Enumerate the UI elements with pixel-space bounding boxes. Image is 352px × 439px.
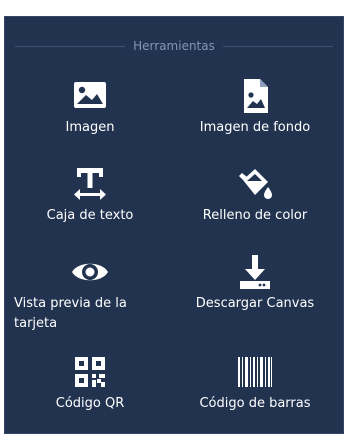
tool-image-label: Imagen — [65, 120, 115, 135]
tool-barcode[interactable]: Código de barras — [175, 352, 335, 422]
eye-icon — [70, 252, 110, 292]
tool-image[interactable]: Imagen — [10, 76, 170, 146]
tool-card-preview[interactable]: Vista previa de la tarjeta — [10, 252, 170, 342]
tool-text-box[interactable]: Caja de texto — [10, 164, 170, 234]
barcode-icon — [235, 352, 275, 392]
panel-header: Herramientas — [15, 37, 333, 55]
tool-download-canvas[interactable]: Descargar Canvas — [175, 252, 335, 322]
tool-color-fill-label: Relleno de color — [202, 208, 308, 223]
download-icon — [235, 252, 275, 292]
background-image-icon — [235, 76, 275, 116]
tool-qr-code-label: Código QR — [55, 396, 125, 411]
tool-color-fill[interactable]: Relleno de color — [175, 164, 335, 234]
tool-card-preview-label: Vista previa de la tarjeta — [14, 296, 127, 331]
qr-code-icon — [70, 352, 110, 392]
tool-qr-code[interactable]: Código QR — [10, 352, 170, 422]
tool-background-image[interactable]: Imagen de fondo — [175, 76, 335, 146]
tools-panel: Herramientas Imagen Imagen de fondo Caja… — [4, 16, 344, 434]
text-box-icon — [70, 164, 110, 204]
panel-title: Herramientas — [125, 37, 223, 55]
tool-barcode-label: Código de barras — [199, 396, 311, 411]
image-icon — [70, 76, 110, 116]
tool-text-box-label: Caja de texto — [46, 208, 134, 223]
paint-bucket-icon — [235, 164, 275, 204]
tool-download-canvas-label: Descargar Canvas — [195, 296, 315, 311]
tool-background-image-label: Imagen de fondo — [199, 120, 311, 135]
